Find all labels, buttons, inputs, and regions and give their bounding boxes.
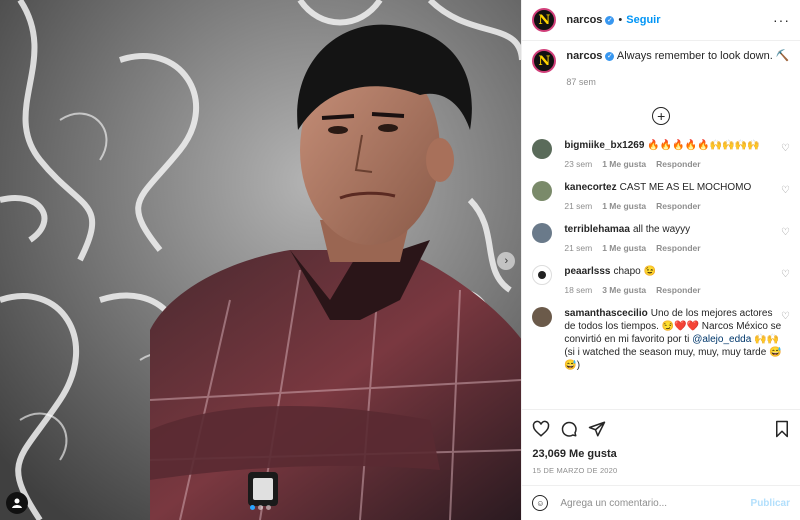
post-image[interactable]: › xyxy=(0,0,522,520)
likes-count[interactable]: 23,069 Me gusta xyxy=(532,448,790,460)
commenter-avatar[interactable] xyxy=(532,181,553,201)
commenter-username[interactable]: bigmiike_bx1269 xyxy=(564,140,644,151)
reply-button[interactable]: Responder xyxy=(656,285,700,295)
comment-input[interactable]: Agrega un comentario... xyxy=(560,498,667,509)
avatar-letter: N xyxy=(538,53,551,69)
commenter-username[interactable]: kanecortez xyxy=(564,182,616,193)
post-header: N narcos ✓ • Seguir ··· xyxy=(522,0,800,41)
like-comment-heart-icon[interactable]: ♡ xyxy=(781,143,790,154)
post-viewer: › N narcos ✓ • Seguir ··· N narcos ✓ Alwa… xyxy=(0,0,800,520)
caption-avatar[interactable]: N xyxy=(532,49,557,73)
carousel-dot xyxy=(266,505,271,510)
reply-button[interactable]: Responder xyxy=(656,159,700,169)
comment-item: kanecortez CAST ME AS EL MOCHOMO 21 sem 1 … xyxy=(532,181,790,213)
post-side-panel: N narcos ✓ • Seguir ··· N narcos ✓ Always… xyxy=(521,0,800,520)
follow-button[interactable]: Seguir xyxy=(626,14,660,26)
post-comment-button[interactable]: Publicar xyxy=(751,498,790,509)
comments-list: N narcos ✓ Always remember to look down. … xyxy=(522,41,800,409)
caption-username[interactable]: narcos xyxy=(566,50,602,62)
commenter-avatar[interactable] xyxy=(532,223,553,243)
like-comment-heart-icon[interactable]: ♡ xyxy=(781,185,790,196)
comment-text: all the wayyy xyxy=(632,224,691,235)
caption-text: narcos ✓ Always remember to look down. ⛏️ xyxy=(566,49,789,63)
verified-badge-icon: ✓ xyxy=(605,15,615,25)
comment-age: 21 sem xyxy=(564,201,593,211)
caption-age: 87 sem xyxy=(566,77,596,87)
commenter-avatar[interactable] xyxy=(532,139,553,159)
post-date: 15 DE MARZO DE 2020 xyxy=(532,466,618,475)
comment-item: bigmiike_bx1269 🔥🔥🔥🔥🔥🙌🙌🙌🙌 23 sem 1 Me gust… xyxy=(532,139,790,171)
commenter-username[interactable]: peaarlsss xyxy=(564,266,610,277)
comment-text: 🔥🔥🔥🔥🔥🙌🙌🙌🙌 xyxy=(647,140,760,151)
comment-likes[interactable]: 1 Me gusta xyxy=(602,243,646,253)
commenter-avatar[interactable] xyxy=(532,265,553,285)
comment-age: 21 sem xyxy=(564,243,593,253)
comment-age: 23 sem xyxy=(564,159,593,169)
caption-body: Always remember to look down. ⛏️ xyxy=(616,50,790,62)
comment-item: peaarlsss chapo 😉 18 sem 3 Me gusta Respond… xyxy=(532,265,790,297)
bookmark-icon[interactable] xyxy=(774,420,790,438)
comment-likes[interactable]: 3 Me gusta xyxy=(602,285,646,295)
comment-text: chapo 😉 xyxy=(613,266,656,277)
tagged-user-icon[interactable] xyxy=(6,492,28,514)
comment-likes[interactable]: 1 Me gusta xyxy=(602,159,646,169)
portrait-illustration xyxy=(0,0,522,520)
like-comment-heart-icon[interactable]: ♡ xyxy=(781,311,790,322)
like-heart-icon[interactable] xyxy=(532,420,550,438)
emoji-picker-icon[interactable]: ☺ xyxy=(532,495,549,511)
add-comment-bar: ☺ Agrega un comentario... Publicar xyxy=(522,485,800,520)
carousel-dot xyxy=(250,505,255,510)
post-actions: 23,069 Me gusta 15 DE MARZO DE 2020 xyxy=(522,409,800,475)
comment-item: terriblehamaa all the wayyy 21 sem 1 Me gu… xyxy=(532,223,790,255)
caption: N narcos ✓ Always remember to look down. … xyxy=(532,49,790,73)
comment-text: CAST ME AS EL MOCHOMO xyxy=(619,182,752,193)
reply-button[interactable]: Responder xyxy=(656,201,700,211)
comment-age: 18 sem xyxy=(564,285,593,295)
comment-likes[interactable]: 1 Me gusta xyxy=(602,201,646,211)
load-more-comments-icon[interactable]: + xyxy=(652,107,671,125)
carousel-dots xyxy=(250,505,271,510)
share-send-icon[interactable] xyxy=(588,420,606,438)
account-avatar[interactable]: N xyxy=(532,8,557,32)
more-options-icon[interactable]: ··· xyxy=(773,12,790,28)
commenter-username[interactable]: samanthascecilio xyxy=(564,308,647,319)
commenter-avatar[interactable] xyxy=(532,307,553,327)
comment-item: samanthascecilio Uno de los mejores actor… xyxy=(532,307,790,372)
comment-bubble-icon[interactable] xyxy=(560,420,578,438)
account-username[interactable]: narcos xyxy=(566,14,602,26)
comment-mention-link[interactable]: @alejo_edda xyxy=(692,334,751,345)
separator-dot: • xyxy=(618,14,623,26)
carousel-dot xyxy=(258,505,263,510)
avatar-letter: N xyxy=(538,12,551,28)
verified-badge-icon: ✓ xyxy=(605,51,615,61)
commenter-username[interactable]: terriblehamaa xyxy=(564,224,630,235)
like-comment-heart-icon[interactable]: ♡ xyxy=(781,227,790,238)
reply-button[interactable]: Responder xyxy=(656,243,700,253)
like-comment-heart-icon[interactable]: ♡ xyxy=(781,269,790,280)
